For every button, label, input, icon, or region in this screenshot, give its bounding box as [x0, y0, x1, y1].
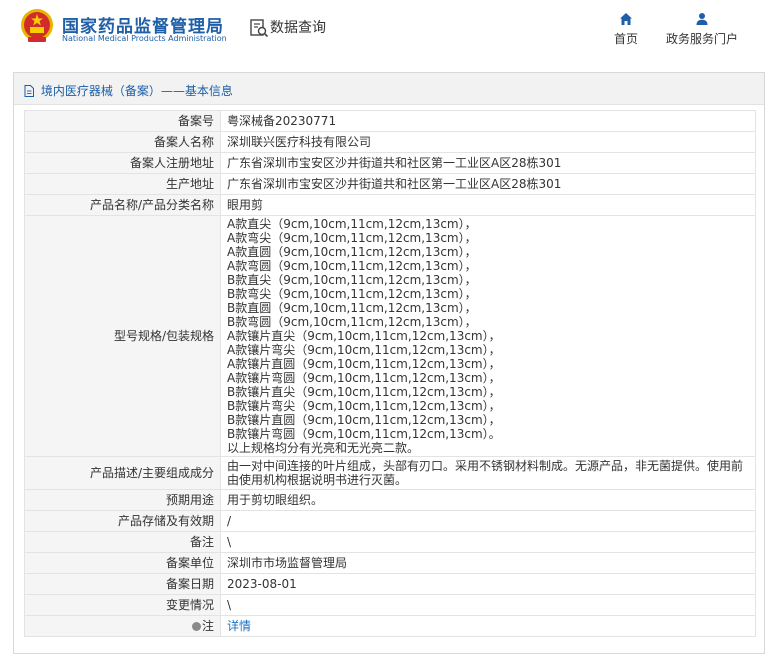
panel-title: 境内医疗器械（备案）——基本信息: [40, 84, 233, 98]
table-row: 生产地址 广东省深圳市宝安区沙井街道共和社区第一工业区A区28栋301: [24, 173, 756, 195]
field-value: /: [220, 510, 756, 532]
table-row-description: 产品描述/主要组成成分 由一对中间连接的叶片组成，头部有刃口。采用不锈钢材料制成…: [24, 456, 756, 490]
user-icon: [696, 13, 708, 25]
spec-line: A款镶片弯尖（9cm,10cm,11cm,12cm,13cm），: [227, 343, 501, 357]
field-value: \: [220, 531, 756, 553]
info-dot-icon: [191, 622, 201, 631]
field-key: 生产地址: [24, 173, 221, 195]
table-row-specs: 型号规格/包装规格 A款直尖（9cm,10cm,11cm,12cm,13cm），…: [24, 215, 756, 457]
spec-line: A款直尖（9cm,10cm,11cm,12cm,13cm），: [227, 217, 477, 231]
spec-line: B款弯尖（9cm,10cm,11cm,12cm,13cm），: [227, 287, 477, 301]
field-key: 产品描述/主要组成成分: [24, 456, 221, 490]
table-row: 备注 \: [24, 531, 756, 553]
field-value: 用于剪切眼组织。: [220, 489, 756, 511]
data-query-icon[interactable]: [249, 18, 269, 38]
spec-line: B款镶片直尖（9cm,10cm,11cm,12cm,13cm），: [227, 385, 501, 399]
record-table: 备案号 粤深械备20230771 备案人名称 深圳联兴医疗科技有限公司 备案人注…: [24, 110, 756, 637]
field-key: 备案人注册地址: [24, 152, 221, 174]
panel-header: 境内医疗器械（备案）——基本信息: [14, 73, 764, 105]
field-value: 眼用剪: [220, 194, 756, 216]
field-value: 深圳市市场监督管理局: [220, 552, 756, 574]
spec-line: A款弯圆（9cm,10cm,11cm,12cm,13cm），: [227, 259, 477, 273]
spec-line: A款镶片直尖（9cm,10cm,11cm,12cm,13cm），: [227, 329, 501, 343]
field-value: 由一对中间连接的叶片组成，头部有刃口。采用不锈钢材料制成。无源产品，非无菌提供。…: [220, 456, 756, 490]
note-key-label: 注: [201, 619, 214, 633]
table-row: 预期用途 用于剪切眼组织。: [24, 489, 756, 511]
table-row: 产品名称/产品分类名称 眼用剪: [24, 194, 756, 216]
table-row: 备案人注册地址 广东省深圳市宝安区沙井街道共和社区第一工业区A区28栋301: [24, 152, 756, 174]
home-icon: [620, 13, 632, 25]
national-emblem-icon: [21, 9, 53, 42]
record-detail-panel: 境内医疗器械（备案）——基本信息 备案号 粤深械备20230771 备案人名称 …: [13, 72, 765, 654]
spec-line: B款镶片直圆（9cm,10cm,11cm,12cm,13cm），: [227, 413, 501, 427]
spec-line: B款直尖（9cm,10cm,11cm,12cm,13cm），: [227, 273, 477, 287]
table-row: 备案号 粤深械备20230771: [24, 110, 756, 132]
spec-line: A款弯尖（9cm,10cm,11cm,12cm,13cm），: [227, 231, 477, 245]
field-key: 备案号: [24, 110, 221, 132]
table-row: 产品存储及有效期 /: [24, 510, 756, 532]
field-key: 备案日期: [24, 573, 221, 595]
field-value: 广东省深圳市宝安区沙井街道共和社区第一工业区A区28栋301: [220, 152, 756, 174]
field-key: 备案人名称: [24, 131, 221, 153]
nav-service-portal-label: 政务服务门户: [665, 32, 738, 46]
nav-service-portal[interactable]: 政务服务门户: [664, 12, 740, 47]
field-value: \: [220, 594, 756, 616]
field-key: 变更情况: [24, 594, 221, 616]
spec-line: 以上规格均分有光亮和无光亮二款。: [227, 441, 420, 455]
spec-list: A款直尖（9cm,10cm,11cm,12cm,13cm）， A款弯尖（9cm,…: [220, 215, 756, 457]
field-key: 型号规格/包装规格: [24, 215, 221, 457]
details-link[interactable]: 详情: [227, 619, 251, 633]
spec-line: B款镶片弯尖（9cm,10cm,11cm,12cm,13cm），: [227, 399, 501, 413]
field-key: 备注: [24, 531, 221, 553]
spec-line: B款镶片弯圆（9cm,10cm,11cm,12cm,13cm）。: [227, 427, 501, 441]
field-key-note: 注: [24, 615, 221, 637]
table-row: 备案人名称 深圳联兴医疗科技有限公司: [24, 131, 756, 153]
field-value: 2023-08-01: [220, 573, 756, 595]
field-value: 详情: [220, 615, 756, 637]
field-key: 产品存储及有效期: [24, 510, 221, 532]
site-logo-subtitle: National Medical Products Administration: [62, 34, 227, 43]
spec-line: B款弯圆（9cm,10cm,11cm,12cm,13cm），: [227, 315, 477, 329]
spec-line: A款直圆（9cm,10cm,11cm,12cm,13cm），: [227, 245, 477, 259]
document-icon: [24, 85, 34, 97]
field-key: 备案单位: [24, 552, 221, 574]
spec-line: A款镶片直圆（9cm,10cm,11cm,12cm,13cm），: [227, 357, 501, 371]
field-key: 产品名称/产品分类名称: [24, 194, 221, 216]
nav-home-label: 首页: [613, 32, 638, 46]
data-query-label[interactable]: 数据查询: [270, 17, 326, 37]
site-header: 国家药品监督管理局 National Medical Products Admi…: [0, 0, 771, 62]
field-value: 粤深械备20230771: [220, 110, 756, 132]
field-value: 深圳联兴医疗科技有限公司: [220, 131, 756, 153]
table-row-note: 注 详情: [24, 615, 756, 637]
spec-line: A款镶片弯圆（9cm,10cm,11cm,12cm,13cm），: [227, 371, 501, 385]
spec-line: B款直圆（9cm,10cm,11cm,12cm,13cm），: [227, 301, 477, 315]
field-key: 预期用途: [24, 489, 221, 511]
nav-home[interactable]: 首页: [606, 12, 646, 47]
table-row: 备案日期 2023-08-01: [24, 573, 756, 595]
table-row: 变更情况 \: [24, 594, 756, 616]
table-row: 备案单位 深圳市市场监督管理局: [24, 552, 756, 574]
field-value: 广东省深圳市宝安区沙井街道共和社区第一工业区A区28栋301: [220, 173, 756, 195]
